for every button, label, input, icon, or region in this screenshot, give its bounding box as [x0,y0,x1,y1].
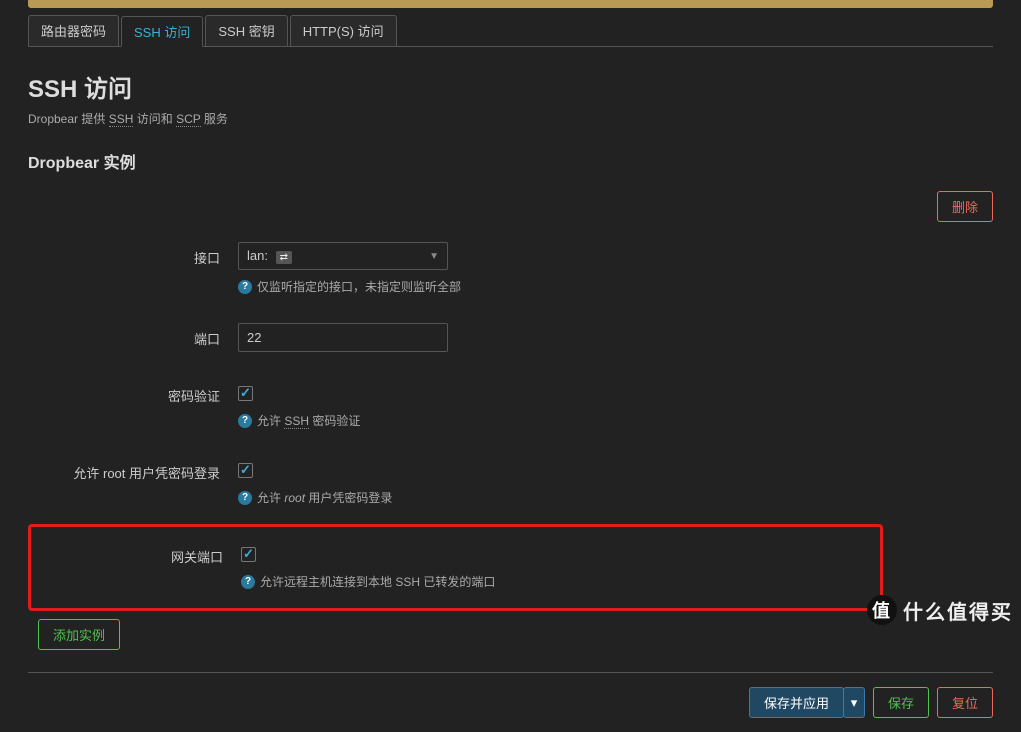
save-apply-button[interactable]: 保存并应用 [749,687,844,718]
field-gateway-ports: 网关端口 ? 允许远程主机连接到本地 SSH 已转发的端口 [31,527,880,608]
gateway-ports-checkbox[interactable] [241,547,256,562]
abbr-ssh: SSH [109,112,134,127]
label-root-login: 允许 root 用户凭密码登录 [28,457,238,482]
page-description: Dropbear 提供 SSH 访问和 SCP 服务 [28,110,993,127]
footer-actions: 保存并应用 ▾ 保存 复位 [28,672,993,732]
delete-button[interactable]: 删除 [937,191,993,222]
tab-https-access[interactable]: HTTP(S) 访问 [290,15,397,46]
label-interface: 接口 [28,242,238,267]
password-auth-checkbox[interactable] [238,386,253,401]
chevron-down-icon: ▼ [429,251,439,262]
help-icon: ? [241,575,255,589]
reset-button[interactable]: 复位 [937,687,993,718]
interface-select[interactable]: lan: ⇄ ▼ [238,242,448,270]
hint-password-auth: ? 允许 SSH 密码验证 [238,412,883,429]
field-root-login: 允许 root 用户凭密码登录 ? 允许 root 用户凭密码登录 [28,447,883,524]
tab-bar: 路由器密码 SSH 访问 SSH 密钥 HTTP(S) 访问 [28,15,993,47]
abbr-ssh: SSH [284,414,309,429]
abbr-scp: SCP [176,112,200,127]
help-icon: ? [238,491,252,505]
interface-value: lan: [247,248,268,263]
page-title: SSH 访问 [28,69,993,104]
label-gateway-ports: 网关端口 [31,541,241,566]
root-login-checkbox[interactable] [238,463,253,478]
save-apply-dropdown[interactable]: ▾ [843,687,865,718]
alert-bar-remnant [28,0,993,8]
highlight-box: 网关端口 ? 允许远程主机连接到本地 SSH 已转发的端口 [28,524,883,611]
hint-root-login: ? 允许 root 用户凭密码登录 [238,489,883,506]
port-input[interactable] [238,323,448,352]
hint-gateway-ports: ? 允许远程主机连接到本地 SSH 已转发的端口 [241,573,880,590]
label-password-auth: 密码验证 [28,380,238,405]
dropbear-form: 接口 lan: ⇄ ▼ ? 仅监听指定的接口，未指定则监听全部 端口 [28,232,883,611]
field-port: 端口 [28,313,883,370]
interface-badge-icon: ⇄ [276,251,292,264]
field-password-auth: 密码验证 ? 允许 SSH 密码验证 [28,370,883,447]
em-root: root [284,491,305,505]
field-interface: 接口 lan: ⇄ ▼ ? 仅监听指定的接口，未指定则监听全部 [28,232,883,313]
section-title: Dropbear 实例 [28,149,993,173]
label-port: 端口 [28,323,238,348]
tab-router-password[interactable]: 路由器密码 [28,15,119,46]
add-instance-button[interactable]: 添加实例 [38,619,120,650]
tab-ssh-keys[interactable]: SSH 密钥 [205,15,287,46]
tab-ssh-access[interactable]: SSH 访问 [121,16,203,47]
help-icon: ? [238,414,252,428]
save-button[interactable]: 保存 [873,687,929,718]
hint-interface: ? 仅监听指定的接口，未指定则监听全部 [238,278,883,295]
help-icon: ? [238,280,252,294]
